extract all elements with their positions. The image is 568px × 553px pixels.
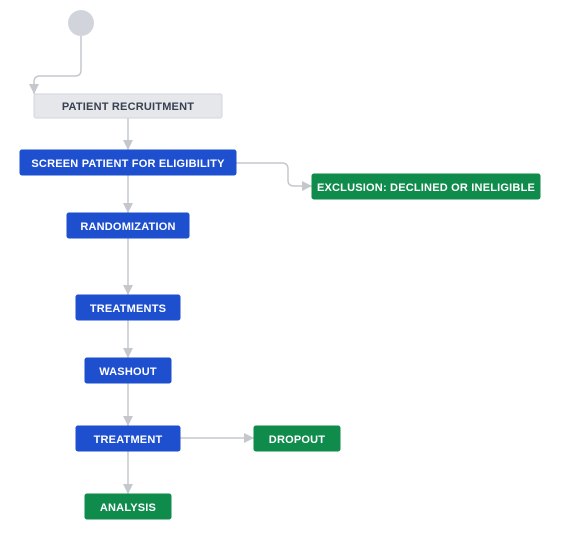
node-randomization: RANDOMIZATION <box>67 213 189 238</box>
arrowhead <box>123 140 133 150</box>
node-randomization-label: RANDOMIZATION <box>80 221 175 233</box>
node-recruitment: PATIENT RECRUITMENT <box>34 94 222 118</box>
node-recruitment-label: PATIENT RECRUITMENT <box>62 101 194 113</box>
edge-screen-to-exclusion <box>236 163 312 186</box>
node-analysis-label: ANALYSIS <box>100 502 156 514</box>
arrowhead <box>302 181 312 191</box>
node-exclusion-label: EXCLUSION: DECLINED OR INELIGIBLE <box>317 182 535 194</box>
arrowhead <box>123 484 133 494</box>
flowchart: PATIENT RECRUITMENT SCREEN PATIENT FOR E… <box>0 0 568 553</box>
edge-start-to-recruitment <box>34 36 81 94</box>
node-screen-label: SCREEN PATIENT FOR ELIGIBILITY <box>31 158 225 170</box>
node-washout: WASHOUT <box>85 358 171 383</box>
arrowhead <box>123 348 133 358</box>
node-treatments-label: TREATMENTS <box>90 303 166 315</box>
node-dropout-label: DROPOUT <box>269 434 325 446</box>
node-dropout: DROPOUT <box>254 426 340 451</box>
node-screen: SCREEN PATIENT FOR ELIGIBILITY <box>20 150 236 175</box>
arrowhead <box>123 203 133 213</box>
start-node <box>68 10 94 36</box>
node-treatments: TREATMENTS <box>76 295 180 320</box>
node-exclusion: EXCLUSION: DECLINED OR INELIGIBLE <box>312 174 540 199</box>
node-washout-label: WASHOUT <box>99 366 157 378</box>
arrowhead <box>123 416 133 426</box>
arrowhead <box>244 433 254 443</box>
node-treatment2-label: TREATMENT <box>94 434 163 446</box>
arrowhead <box>29 84 39 94</box>
node-analysis: ANALYSIS <box>85 494 171 519</box>
node-treatment2: TREATMENT <box>76 426 180 451</box>
arrowhead <box>123 285 133 295</box>
